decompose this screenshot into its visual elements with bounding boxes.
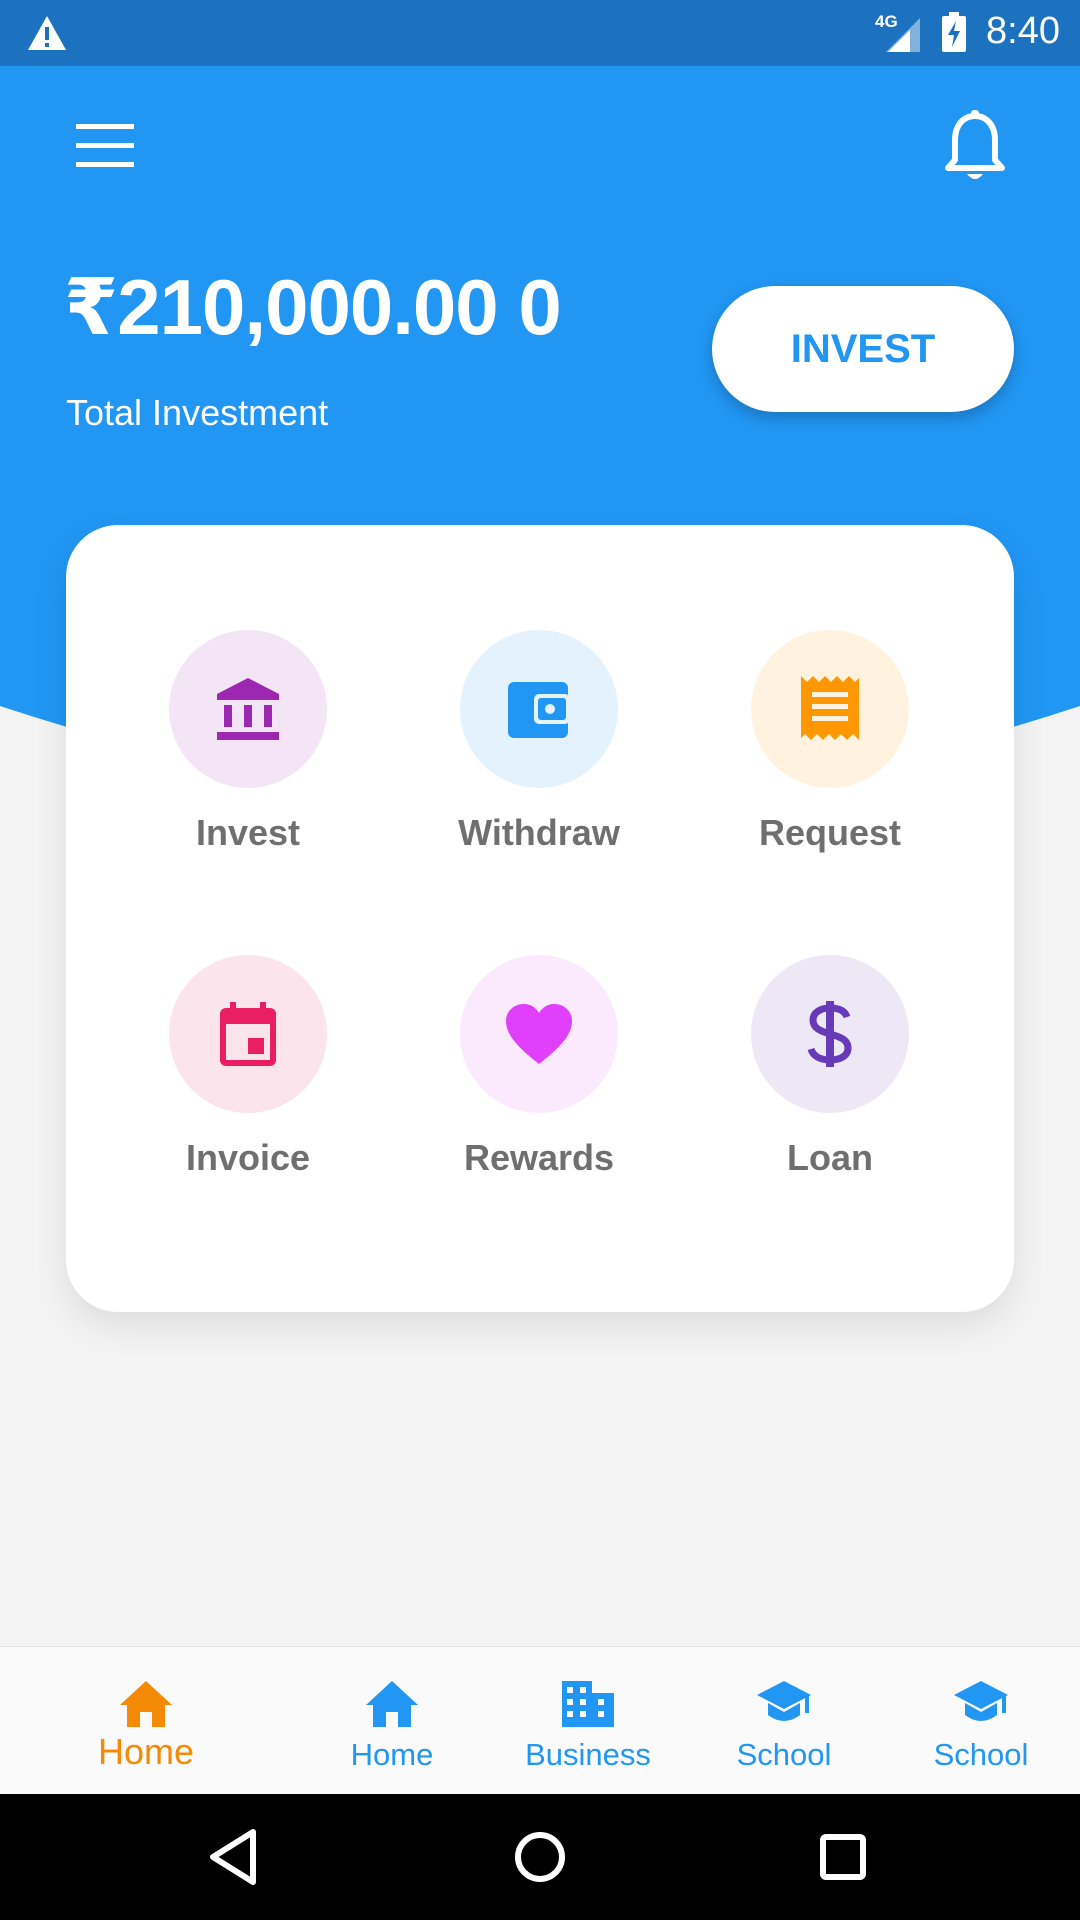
- system-navigation-bar: [0, 1794, 1080, 1920]
- action-rewards[interactable]: Rewards: [419, 955, 659, 1195]
- nav-label: Home: [350, 1737, 434, 1772]
- back-icon[interactable]: [203, 1824, 269, 1890]
- nav-item-home[interactable]: Home: [294, 1647, 490, 1795]
- action-label: Withdraw: [458, 812, 620, 853]
- network-type: 4G: [875, 12, 898, 31]
- home-icon: [120, 1681, 172, 1727]
- request-icon-circle: [751, 630, 909, 788]
- calendar-icon: [220, 1002, 276, 1066]
- invest-button[interactable]: INVEST: [712, 286, 1014, 412]
- menu-icon: [76, 124, 134, 167]
- nav-label: Business: [525, 1737, 651, 1772]
- warning-icon: [28, 16, 66, 50]
- school-icon: [757, 1681, 811, 1721]
- home-screen: 4G 8:40 ₹210,000.00 0 Total Investment I…: [0, 0, 1080, 1920]
- action-withdraw[interactable]: Withdraw: [419, 630, 659, 870]
- battery-charging-icon: [942, 12, 966, 52]
- status-bar: 4G 8:40: [0, 0, 1080, 66]
- nav-label: School: [933, 1737, 1029, 1772]
- total-investment-amount: ₹210,000.00 0: [64, 263, 562, 351]
- nav-item-school[interactable]: School: [883, 1647, 1079, 1795]
- bottom-navigation: Home Home Business School School: [0, 1646, 1080, 1794]
- total-investment-label: Total Investment: [66, 392, 329, 433]
- nav-item-home-active[interactable]: Home: [48, 1647, 244, 1795]
- heart-icon: [506, 1004, 572, 1064]
- nav-item-business[interactable]: Business: [490, 1647, 686, 1795]
- action-label: Request: [758, 812, 902, 853]
- action-invoice[interactable]: Invoice: [128, 955, 368, 1195]
- withdraw-icon-circle: [460, 630, 618, 788]
- menu-button[interactable]: [70, 118, 140, 174]
- action-label: Invoice: [185, 1137, 311, 1178]
- receipt-icon: [801, 676, 859, 740]
- action-label: Invest: [195, 812, 301, 853]
- action-invest[interactable]: Invest: [128, 630, 368, 870]
- business-icon: [562, 1681, 614, 1727]
- invoice-icon-circle: [169, 955, 327, 1113]
- bell-icon: [945, 110, 1005, 179]
- loan-icon-circle: [751, 955, 909, 1113]
- bank-icon: [217, 678, 279, 740]
- home-circle-icon[interactable]: [507, 1824, 573, 1890]
- nav-label: School: [736, 1737, 832, 1772]
- action-label: Rewards: [463, 1137, 615, 1178]
- school-icon: [954, 1681, 1008, 1721]
- rewards-icon-circle: [460, 955, 618, 1113]
- nav-item-school[interactable]: School: [686, 1647, 882, 1795]
- dollar-icon: [807, 1001, 852, 1067]
- nav-label: Home: [97, 1731, 195, 1772]
- recents-icon[interactable]: [810, 1824, 876, 1890]
- clock: 8:40: [986, 10, 1060, 52]
- invest-icon-circle: [169, 630, 327, 788]
- action-label: Loan: [787, 1137, 873, 1178]
- notifications-button[interactable]: [940, 108, 1010, 186]
- action-request[interactable]: Request: [710, 630, 950, 870]
- action-loan[interactable]: Loan: [710, 955, 950, 1195]
- home-icon: [366, 1681, 418, 1727]
- quick-actions-card: Invest Withdraw Request Invoice Rewards …: [66, 525, 1014, 1312]
- wallet-icon: [508, 682, 570, 738]
